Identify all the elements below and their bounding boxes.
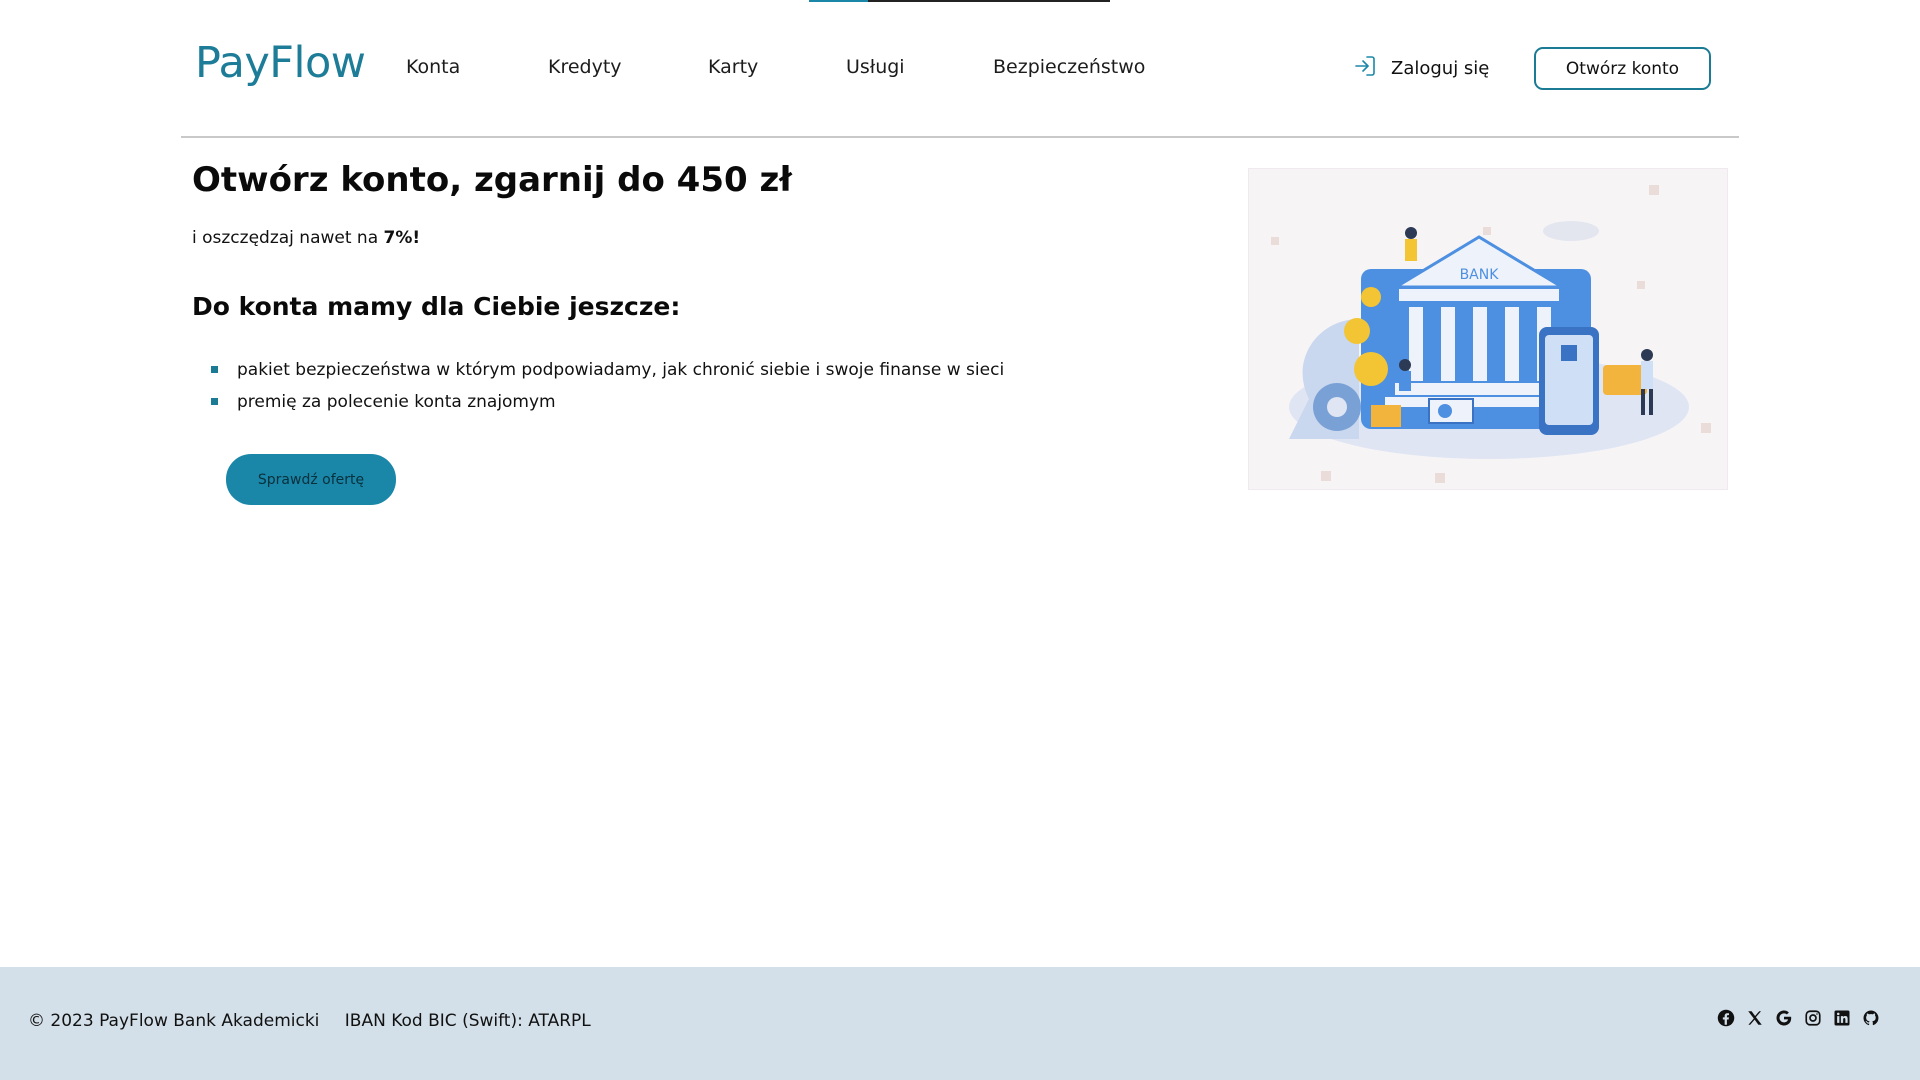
section-title: Do konta mamy dla Ciebie jeszcze: (192, 292, 681, 321)
linkedin-icon[interactable] (1833, 1009, 1851, 1027)
nav-item-kredyty[interactable]: Kredyty (548, 56, 622, 78)
instagram-icon[interactable] (1804, 1009, 1822, 1027)
feature-item: pakiet bezpieczeństwa w którym podpowiad… (208, 354, 1004, 386)
x-icon[interactable] (1746, 1009, 1764, 1027)
bank-illustration-graphic: BANK (1271, 185, 1711, 483)
feature-item: premię za polecenie konta znajomym (208, 386, 1004, 418)
bank-illustration: BANK (1248, 168, 1728, 490)
social-links (1717, 1009, 1880, 1027)
footer-info: © 2023 PayFlow Bank Akademicki IBAN Kod … (28, 1011, 591, 1031)
nav-item-uslugi[interactable]: Usługi (846, 56, 905, 78)
hero-subtitle-text: i oszczędzaj nawet na (192, 228, 384, 248)
login-icon (1353, 54, 1377, 83)
facebook-icon[interactable] (1717, 1009, 1735, 1027)
payflow-logo[interactable]: PayFlow (195, 38, 366, 88)
bank-label: BANK (1460, 267, 1500, 283)
footer: © 2023 PayFlow Bank Akademicki IBAN Kod … (0, 967, 1920, 1080)
nav-item-karty[interactable]: Karty (708, 56, 758, 78)
hero-title: Otwórz konto, zgarnij do 450 zł (192, 160, 792, 200)
google-icon[interactable] (1775, 1009, 1793, 1027)
nav-item-konta[interactable]: Konta (406, 56, 460, 78)
hero-subtitle: i oszczędzaj nawet na 7%! (192, 228, 420, 248)
login-link[interactable]: Zaloguj się (1353, 54, 1489, 83)
footer-copyright: © 2023 PayFlow Bank Akademicki (28, 1011, 320, 1031)
login-label: Zaloguj się (1391, 58, 1490, 79)
feature-list: pakiet bezpieczeństwa w którym podpowiad… (208, 354, 1004, 418)
nav-item-bezpieczenstwo[interactable]: Bezpieczeństwo (993, 56, 1145, 78)
hero-subtitle-highlight: 7%! (383, 228, 421, 248)
open-account-button[interactable]: Otwórz konto (1534, 47, 1711, 90)
check-offer-button[interactable]: Sprawdź ofertę (226, 454, 396, 505)
navbar: PayFlow Konta Kredyty Karty Usługi Bezpi… (181, 0, 1739, 138)
footer-iban: IBAN Kod BIC (Swift): ATARPL (344, 1011, 591, 1031)
github-icon[interactable] (1862, 1009, 1880, 1027)
